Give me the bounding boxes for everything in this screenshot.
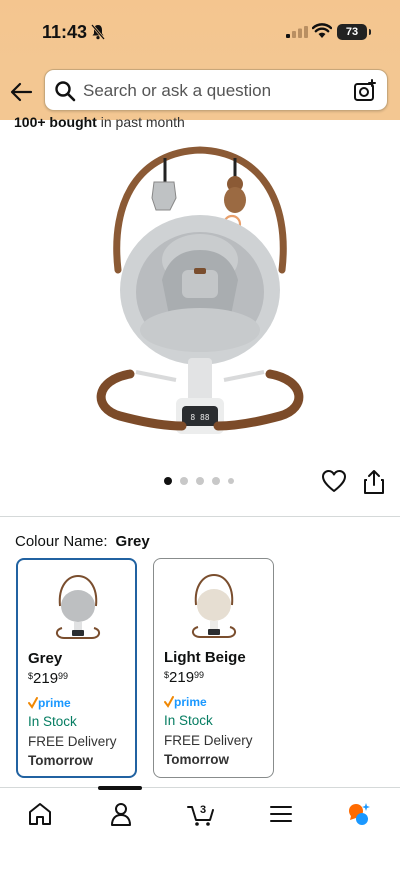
cart-count: 3 — [200, 804, 206, 816]
camera-scan-icon[interactable] — [353, 79, 377, 103]
svg-text:8 88: 8 88 — [190, 413, 209, 422]
colour-option-light-beige[interactable]: Light Beige $21999 prime In Stock FREE D… — [153, 558, 274, 778]
delivery-date: Tomorrow — [164, 752, 229, 767]
search-placeholder: Search or ask a question — [83, 81, 272, 100]
menu-icon[interactable] — [268, 801, 294, 827]
rufus-assistant-icon[interactable] — [345, 801, 371, 827]
search-input[interactable]: Search or ask a question — [44, 69, 388, 111]
delivery-date: Tomorrow — [28, 753, 93, 768]
option-price: $21999 — [28, 670, 68, 687]
account-icon[interactable] — [108, 801, 134, 827]
colour-option-grey[interactable]: Grey $21999 prime In Stock FREE Delivery… — [16, 558, 137, 778]
product-image[interactable]: 8 88 — [90, 140, 310, 450]
stock-status: In Stock — [28, 714, 77, 729]
share-icon[interactable] — [362, 469, 386, 495]
prime-text: prime — [174, 695, 207, 709]
stock-status: In Stock — [164, 713, 213, 728]
section-divider — [0, 516, 400, 517]
search-header: Search or ask a question — [0, 64, 400, 120]
bought-count-text: 100+ bought in past month — [14, 114, 185, 132]
light-beige-thumbnail — [192, 573, 236, 638]
bought-count-rest: in past month — [96, 114, 185, 130]
wifi-icon — [312, 23, 332, 38]
back-arrow-icon[interactable] — [9, 79, 35, 105]
home-icon[interactable] — [27, 801, 53, 827]
price-whole: 219 — [33, 670, 59, 687]
carousel-dot-5[interactable] — [228, 478, 234, 484]
carousel-dot-2[interactable] — [180, 477, 188, 485]
colour-label-row: Colour Name: Grey — [15, 533, 150, 550]
heart-icon[interactable] — [321, 469, 347, 493]
price-symbol: $ — [28, 671, 34, 681]
bottom-tab-bar: 3 — [0, 786, 400, 870]
option-price: $21999 — [164, 669, 204, 686]
carousel-dot-3[interactable] — [196, 477, 204, 485]
bought-count-bold: 100+ bought — [14, 114, 97, 130]
price-fraction: 99 — [194, 670, 205, 680]
bell-off-icon — [91, 24, 105, 40]
carousel-dot-4[interactable] — [212, 477, 220, 485]
carousel-dot-1[interactable] — [164, 477, 172, 485]
battery-indicator: 73 — [337, 24, 371, 40]
prime-badge-icon: prime — [28, 696, 71, 710]
option-name: Grey — [28, 650, 63, 667]
prime-badge-icon: prime — [164, 695, 207, 709]
price-symbol: $ — [164, 670, 170, 680]
grey-thumbnail — [56, 574, 100, 639]
delivery-text: FREE Delivery — [164, 733, 253, 748]
cart-icon[interactable]: 3 — [187, 801, 215, 827]
search-icon — [55, 81, 76, 102]
colour-selected-name: Grey — [115, 533, 150, 550]
status-time: 11:43 — [42, 22, 88, 42]
option-name: Light Beige — [164, 649, 246, 666]
delivery-text: FREE Delivery — [28, 734, 117, 749]
battery-level: 73 — [345, 26, 359, 38]
price-whole: 219 — [169, 669, 195, 686]
cellular-signal-icon — [286, 26, 308, 38]
status-bar: 11:43 73 — [0, 0, 400, 64]
colour-label: Colour Name: — [15, 533, 108, 550]
prime-text: prime — [38, 696, 71, 710]
price-fraction: 99 — [58, 671, 69, 681]
active-tab-indicator — [98, 786, 142, 790]
